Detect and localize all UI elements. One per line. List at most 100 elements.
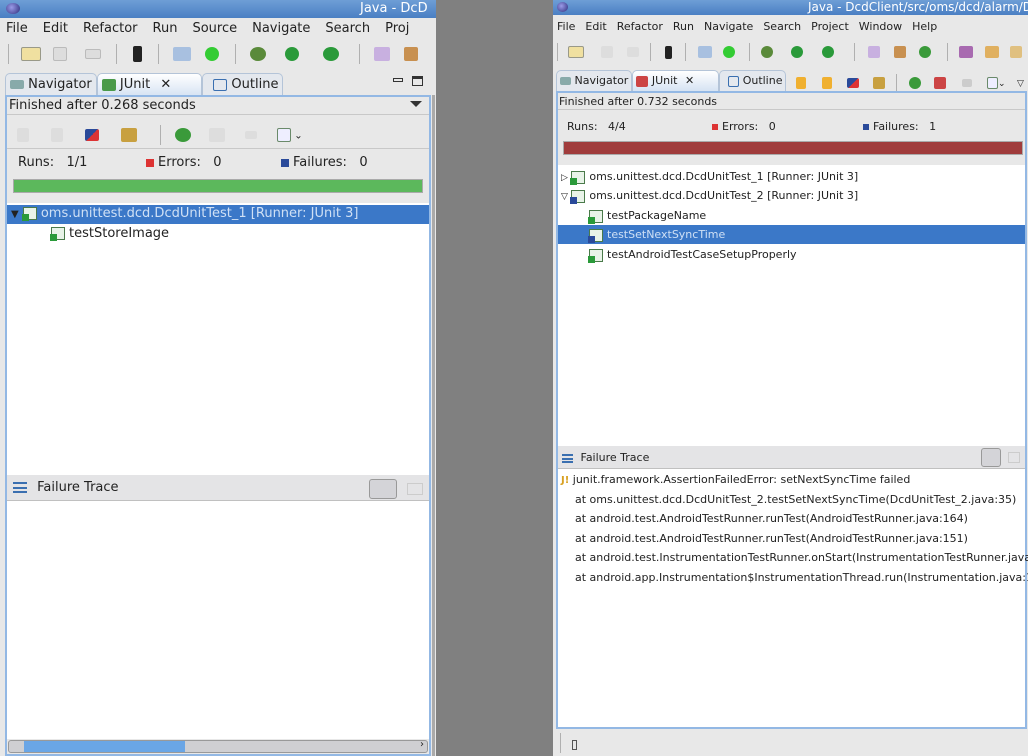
- tree-item-suite-1[interactable]: ▷ oms.unittest.dcd.DcdUnitTest_1 [Runner…: [561, 167, 858, 186]
- status-bar: [553, 731, 1028, 756]
- new-package-icon[interactable]: [373, 47, 390, 61]
- close-tab-icon[interactable]: ✕: [160, 77, 171, 92]
- runs-counter: Runs: 4/4: [567, 120, 626, 133]
- horizontal-scrollbar[interactable]: ›: [8, 739, 428, 753]
- add-icon[interactable]: [205, 47, 220, 61]
- menu-project[interactable]: Proj: [385, 21, 409, 36]
- menu-refactor[interactable]: Refactor: [617, 20, 663, 33]
- pen-icon[interactable]: [1010, 46, 1022, 58]
- tree-item-suite-2[interactable]: ▽ oms.unittest.dcd.DcdUnitTest_2 [Runner…: [561, 186, 858, 205]
- open-project-icon[interactable]: [172, 47, 191, 61]
- stop-icon[interactable]: [961, 79, 972, 87]
- new-interface-icon[interactable]: [919, 46, 931, 58]
- open-project-icon[interactable]: [697, 46, 712, 58]
- device-icon[interactable]: [664, 45, 672, 59]
- tree-item-test[interactable]: testAndroidTestCaseSetupProperly: [588, 245, 797, 264]
- stop-icon[interactable]: [244, 131, 257, 139]
- maximize-icon[interactable]: [412, 76, 423, 86]
- new-icon[interactable]: [21, 47, 42, 61]
- trace-line[interactable]: at android.test.AndroidTestRunner.runTes…: [575, 532, 968, 545]
- previous-failure-icon[interactable]: [51, 128, 64, 142]
- compare-icon[interactable]: [407, 483, 423, 495]
- junit-toolbar: ⌄: [17, 125, 303, 145]
- new-class-icon[interactable]: [893, 46, 906, 58]
- debug-icon[interactable]: [250, 47, 267, 61]
- tab-outline[interactable]: Outline: [202, 73, 284, 96]
- collapsed-arrow-icon[interactable]: ▷: [561, 173, 568, 183]
- new-package-icon[interactable]: [868, 46, 880, 58]
- window-title: Java - DcdClient/src/oms/dcd/alarm/D: [808, 0, 1028, 14]
- scroll-right-icon[interactable]: ›: [420, 739, 424, 750]
- history-icon[interactable]: [277, 128, 292, 142]
- trace-line-error[interactable]: J! junit.framework.AssertionFailedError:…: [561, 473, 910, 486]
- tree-item-test[interactable]: testStoreImage: [50, 226, 169, 241]
- view-menu-icon[interactable]: [410, 101, 422, 107]
- tree-item-suite[interactable]: ▼ oms.unittest.dcd.DcdUnitTest_1 [Runner…: [7, 205, 429, 224]
- trace-line[interactable]: at android.test.InstrumentationTestRunne…: [575, 551, 1028, 564]
- new-icon[interactable]: [567, 46, 584, 58]
- trace-line[interactable]: at android.app.Instrumentation$Instrumen…: [575, 571, 1028, 584]
- print-icon[interactable]: [85, 49, 102, 59]
- show-failures-only-icon[interactable]: [85, 129, 100, 141]
- scroll-lock-icon[interactable]: [121, 128, 138, 142]
- debug-icon[interactable]: [761, 46, 773, 58]
- menu-search[interactable]: Search: [763, 20, 801, 33]
- menu-navigate[interactable]: Navigate: [704, 20, 753, 33]
- tab-navigator[interactable]: Navigator: [556, 70, 633, 91]
- minimize-icon[interactable]: [393, 78, 403, 82]
- navigator-icon: [10, 80, 24, 89]
- show-failures-only-icon[interactable]: [847, 78, 859, 88]
- open-folder-icon[interactable]: [984, 46, 999, 58]
- menu-edit[interactable]: Edit: [43, 21, 68, 36]
- trace-line[interactable]: at oms.unittest.dcd.DcdUnitTest_2.testSe…: [575, 493, 1016, 506]
- menu-file[interactable]: File: [6, 21, 28, 36]
- menu-file[interactable]: File: [557, 20, 575, 33]
- rerun-icon[interactable]: [908, 77, 921, 89]
- menu-navigate[interactable]: Navigate: [252, 21, 310, 36]
- tab-navigator[interactable]: Navigator: [5, 73, 97, 96]
- print-icon[interactable]: [626, 47, 639, 57]
- menu-help[interactable]: Help: [912, 20, 937, 33]
- save-icon[interactable]: [601, 46, 613, 58]
- scroll-lock-icon[interactable]: [872, 77, 885, 89]
- tab-junit[interactable]: JUnit ✕: [96, 73, 203, 96]
- filter-stack-button[interactable]: [369, 479, 397, 499]
- rerun-failed-icon[interactable]: [208, 128, 225, 142]
- close-tab-icon[interactable]: ✕: [685, 74, 694, 87]
- menu-refactor[interactable]: Refactor: [83, 21, 138, 36]
- previous-failure-icon[interactable]: [821, 77, 832, 89]
- history-icon[interactable]: [987, 77, 998, 89]
- run-icon[interactable]: [284, 47, 299, 61]
- menu-run[interactable]: Run: [153, 21, 178, 36]
- run-icon[interactable]: [790, 46, 803, 58]
- view-menu-icon[interactable]: ▽: [1017, 79, 1024, 89]
- trace-line[interactable]: at android.test.AndroidTestRunner.runTes…: [575, 512, 968, 525]
- menu-search[interactable]: Search: [325, 21, 370, 36]
- sash[interactable]: [432, 95, 435, 756]
- menu-edit[interactable]: Edit: [585, 20, 606, 33]
- filter-stack-button[interactable]: [981, 448, 1001, 467]
- open-type-icon[interactable]: [959, 46, 973, 58]
- menu-source[interactable]: Source: [192, 21, 237, 36]
- menu-run[interactable]: Run: [673, 20, 694, 33]
- run-external-icon[interactable]: [822, 46, 834, 58]
- save-icon[interactable]: [53, 47, 68, 61]
- next-failure-icon[interactable]: [17, 128, 29, 142]
- compare-icon[interactable]: [1008, 452, 1020, 463]
- tab-junit[interactable]: JUnit ✕: [632, 70, 720, 91]
- rerun-failed-icon[interactable]: [934, 77, 946, 89]
- expand-arrow-icon[interactable]: ▼: [11, 209, 19, 220]
- run-external-icon[interactable]: [322, 47, 339, 61]
- tab-outline[interactable]: Outline: [719, 70, 787, 91]
- expanded-arrow-icon[interactable]: ▽: [561, 192, 568, 202]
- tree-item-test-selected[interactable]: testSetNextSyncTime: [558, 225, 1025, 244]
- add-icon[interactable]: [723, 46, 735, 58]
- menu-project[interactable]: Project: [811, 20, 849, 33]
- fast-view-icon[interactable]: [572, 740, 577, 750]
- tree-item-test[interactable]: testPackageName: [588, 206, 706, 225]
- next-failure-icon[interactable]: [796, 77, 806, 89]
- device-icon[interactable]: [132, 46, 142, 62]
- menu-window[interactable]: Window: [859, 20, 902, 33]
- rerun-icon[interactable]: [174, 128, 191, 142]
- new-class-icon[interactable]: [404, 47, 419, 61]
